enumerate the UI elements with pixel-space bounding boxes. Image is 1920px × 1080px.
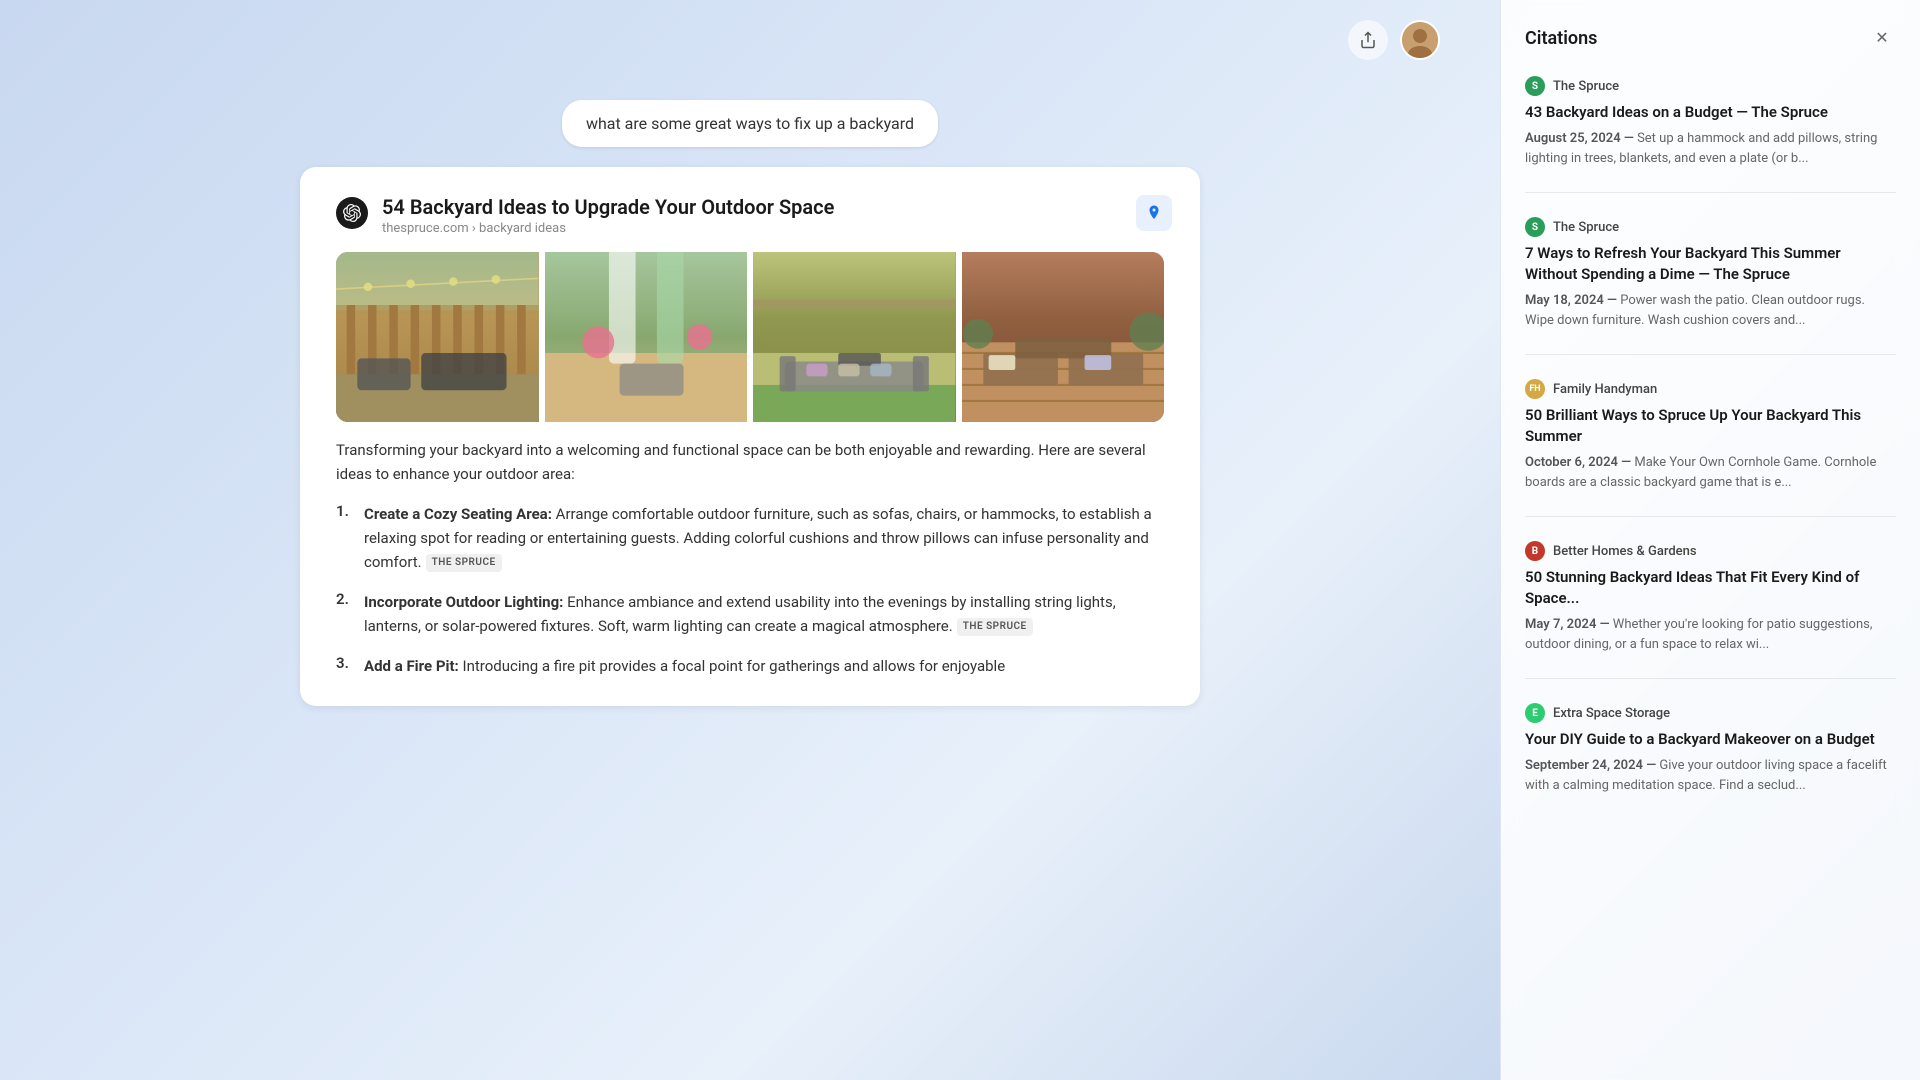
citation-item-1[interactable]: S The Spruce 43 Backyard Ideas on a Budg… (1525, 76, 1896, 193)
breadcrumb-site: thespruce.com (382, 221, 469, 236)
citation-item-4[interactable]: B Better Homes & Gardens 50 Stunning Bac… (1525, 541, 1896, 679)
source-name-3: Family Handyman (1553, 382, 1657, 397)
source-favicon-1: S (1525, 76, 1545, 96)
citation-title-1[interactable]: 43 Backyard Ideas on a Budget — The Spru… (1525, 102, 1896, 123)
citation-tag-2[interactable]: THE SPRUCE (957, 618, 1033, 636)
main-content-area: what are some great ways to fix up a bac… (0, 0, 1500, 1080)
list-content-2: Incorporate Outdoor Lighting: Enhance am… (364, 590, 1164, 638)
response-list: 1. Create a Cozy Seating Area: Arrange c… (336, 502, 1164, 678)
citation-title-4[interactable]: 50 Stunning Backyard Ideas That Fit Ever… (1525, 567, 1896, 609)
close-icon: ✕ (1875, 28, 1888, 48)
source-breadcrumb[interactable]: thespruce.com › backyard ideas (382, 221, 1164, 236)
citations-title: Citations (1525, 28, 1597, 49)
source-name-1: The Spruce (1553, 79, 1619, 94)
list-number-1: 1. (336, 502, 356, 520)
list-text-3: Introducing a fire pit provides a focal … (459, 657, 1005, 675)
close-citations-button[interactable]: ✕ (1868, 24, 1896, 52)
list-bold-1: Create a Cozy Seating Area: (364, 505, 552, 523)
list-item-2: 2. Incorporate Outdoor Lighting: Enhance… (336, 590, 1164, 638)
source-name-2: The Spruce (1553, 220, 1619, 235)
citation-snippet-3: October 6, 2024 — Make Your Own Cornhole… (1525, 453, 1896, 492)
content-wrapper: what are some great ways to fix up a bac… (300, 100, 1200, 706)
citation-tag-1[interactable]: THE SPRUCE (426, 554, 502, 572)
citation-title-3[interactable]: 50 Brilliant Ways to Spruce Up Your Back… (1525, 405, 1896, 447)
source-favicon-2: S (1525, 217, 1545, 237)
backyard-image-1 (336, 252, 539, 422)
citations-list: S The Spruce 43 Backyard Ideas on a Budg… (1525, 76, 1896, 843)
breadcrumb-page: backyard ideas (479, 221, 566, 236)
bookmark-button[interactable] (1136, 195, 1172, 231)
list-number-2: 2. (336, 590, 356, 608)
backyard-image-2 (545, 252, 748, 422)
response-header: 54 Backyard Ideas to Upgrade Your Outdoo… (336, 195, 1164, 236)
list-bold-3: Add a Fire Pit: (364, 657, 459, 675)
citations-header: Citations ✕ (1525, 24, 1896, 52)
chatgpt-icon (336, 197, 368, 229)
citation-source-2: S The Spruce (1525, 217, 1896, 237)
citation-snippet-2: May 18, 2024 — Power wash the patio. Cle… (1525, 291, 1896, 330)
citation-item-5[interactable]: E Extra Space Storage Your DIY Guide to … (1525, 703, 1896, 819)
list-number-3: 3. (336, 654, 356, 672)
backyard-image-3 (753, 252, 956, 422)
source-name-4: Better Homes & Gardens (1553, 544, 1697, 559)
citation-item-2[interactable]: S The Spruce 7 Ways to Refresh Your Back… (1525, 217, 1896, 355)
list-content-1: Create a Cozy Seating Area: Arrange comf… (364, 502, 1164, 574)
citation-title-2[interactable]: 7 Ways to Refresh Your Backyard This Sum… (1525, 243, 1896, 285)
source-favicon-3: FH (1525, 379, 1545, 399)
citation-source-1: S The Spruce (1525, 76, 1896, 96)
citations-panel: Citations ✕ S The Spruce 43 Backyard Ide… (1500, 0, 1920, 1080)
citation-source-4: B Better Homes & Gardens (1525, 541, 1896, 561)
share-button[interactable] (1348, 20, 1388, 60)
top-bar (1348, 20, 1440, 60)
list-bold-2: Incorporate Outdoor Lighting: (364, 593, 563, 611)
response-card: 54 Backyard Ideas to Upgrade Your Outdoo… (300, 167, 1200, 706)
list-item-3: 3. Add a Fire Pit: Introducing a fire pi… (336, 654, 1164, 678)
breadcrumb-separator: › (472, 221, 479, 236)
response-title-area: 54 Backyard Ideas to Upgrade Your Outdoo… (382, 195, 1164, 236)
user-message: what are some great ways to fix up a bac… (562, 100, 938, 147)
list-item: 1. Create a Cozy Seating Area: Arrange c… (336, 502, 1164, 574)
response-intro-text: Transforming your backyard into a welcom… (336, 438, 1164, 486)
citation-snippet-1: August 25, 2024 — Set up a hammock and a… (1525, 129, 1896, 168)
citation-title-5[interactable]: Your DIY Guide to a Backyard Makeover on… (1525, 729, 1896, 750)
citation-snippet-5: September 24, 2024 — Give your outdoor l… (1525, 756, 1896, 795)
backyard-image-4 (962, 252, 1165, 422)
source-favicon-5: E (1525, 703, 1545, 723)
citation-source-5: E Extra Space Storage (1525, 703, 1896, 723)
source-favicon-4: B (1525, 541, 1545, 561)
citation-source-3: FH Family Handyman (1525, 379, 1896, 399)
response-title: 54 Backyard Ideas to Upgrade Your Outdoo… (382, 195, 1164, 219)
citation-snippet-4: May 7, 2024 — Whether you're looking for… (1525, 615, 1896, 654)
list-content-3: Add a Fire Pit: Introducing a fire pit p… (364, 654, 1005, 678)
user-message-text: what are some great ways to fix up a bac… (586, 114, 914, 133)
source-name-5: Extra Space Storage (1553, 706, 1670, 721)
backyard-image-grid (336, 252, 1164, 422)
avatar[interactable] (1400, 20, 1440, 60)
citation-item-3[interactable]: FH Family Handyman 50 Brilliant Ways to … (1525, 379, 1896, 517)
